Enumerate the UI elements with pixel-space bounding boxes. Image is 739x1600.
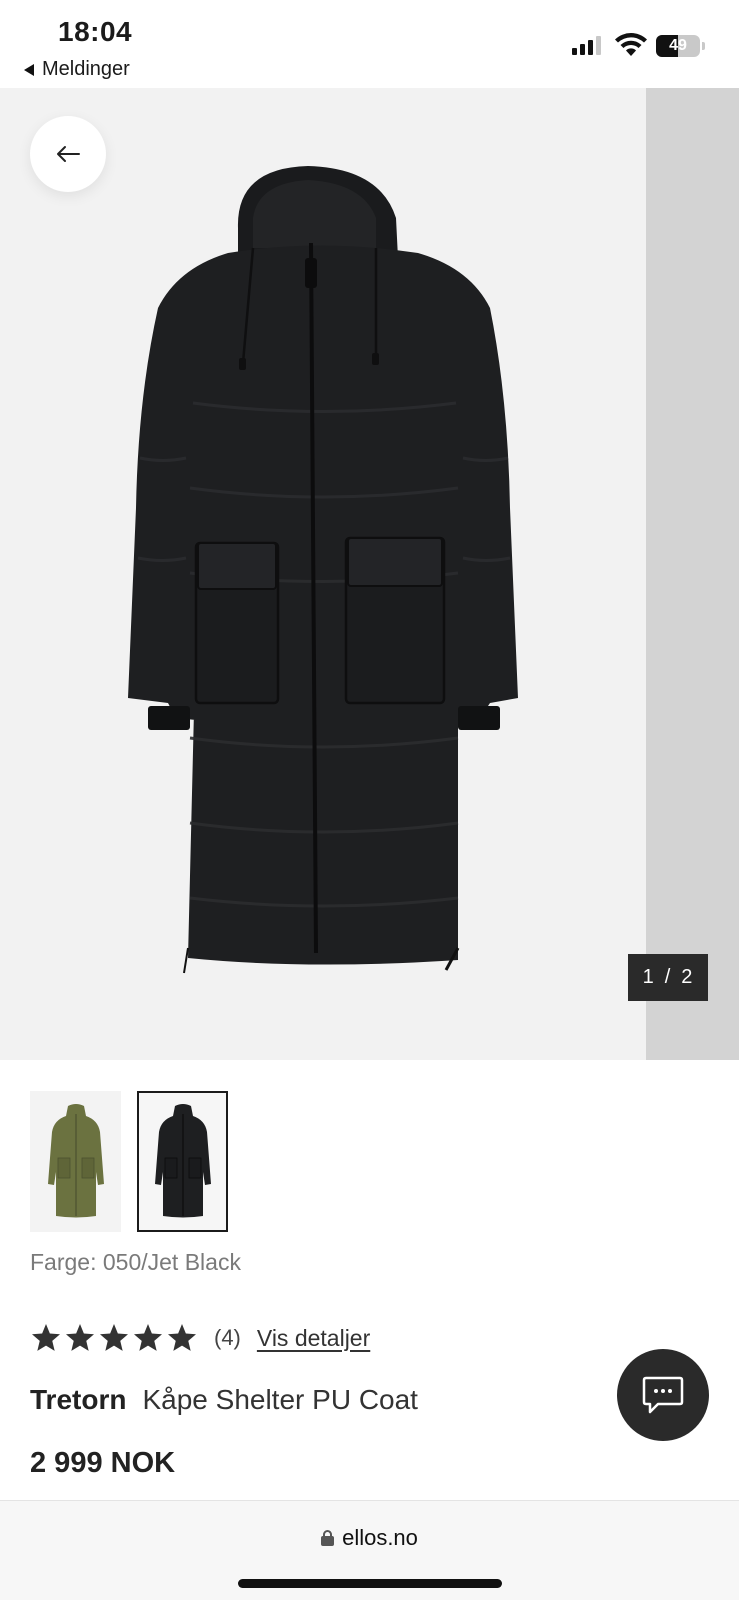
star-icon (100, 1324, 128, 1351)
image-counter-current: 1 (642, 966, 655, 988)
color-swatch-olive[interactable] (30, 1091, 121, 1232)
back-app-label: Meldinger (42, 58, 130, 80)
show-details-link[interactable]: Vis detaljer (257, 1325, 370, 1352)
back-button[interactable] (30, 116, 106, 192)
status-bar: 18:04 Meldinger 49 (0, 0, 739, 88)
review-count: (4) (214, 1325, 241, 1350)
product-price: 2 999 NOK (30, 1447, 176, 1479)
selected-color-label: Farge: 050/Jet Black (30, 1249, 241, 1275)
back-to-app-link[interactable]: Meldinger (24, 58, 130, 81)
chat-button[interactable] (617, 1349, 709, 1441)
next-image-peek[interactable] (646, 88, 739, 1060)
star-icon (66, 1324, 94, 1351)
rating-stars (30, 1322, 198, 1354)
url-text: ellos.no (342, 1525, 418, 1550)
product-title: Tretorn Kåpe Shelter PU Coat (30, 1384, 418, 1416)
black-coat-thumbnail (154, 1103, 211, 1217)
product-image-gallery[interactable]: 1 / 2 (0, 88, 739, 1060)
product-rating: (4) Vis detaljer (30, 1322, 370, 1354)
cellular-signal-icon (572, 36, 601, 55)
product-image (128, 166, 518, 974)
browser-address-bar[interactable]: ellos.no (0, 1500, 739, 1600)
battery-icon: 49 (656, 35, 700, 57)
star-icon (134, 1324, 162, 1351)
url-display[interactable]: ellos.no (0, 1525, 739, 1551)
chat-bubble-icon (642, 1376, 684, 1414)
battery-cap (702, 42, 705, 50)
product-name: Kåpe Shelter PU Coat (142, 1384, 418, 1415)
home-indicator[interactable] (238, 1579, 502, 1588)
color-swatches (30, 1091, 228, 1232)
star-icon (32, 1324, 60, 1351)
status-time: 18:04 (58, 16, 133, 47)
back-triangle-icon (24, 63, 34, 76)
olive-coat-thumbnail (47, 1103, 104, 1217)
arrow-left-icon (57, 146, 80, 162)
image-counter-separator: / (664, 966, 672, 988)
battery-percent: 49 (669, 37, 687, 54)
lock-icon (321, 1530, 335, 1546)
product-brand[interactable]: Tretorn (30, 1384, 126, 1416)
color-swatch-black[interactable] (137, 1091, 228, 1232)
wifi-icon (615, 33, 647, 56)
star-icon (168, 1324, 196, 1351)
image-counter: 1 / 2 (628, 954, 708, 1001)
image-counter-total: 2 (681, 966, 694, 988)
